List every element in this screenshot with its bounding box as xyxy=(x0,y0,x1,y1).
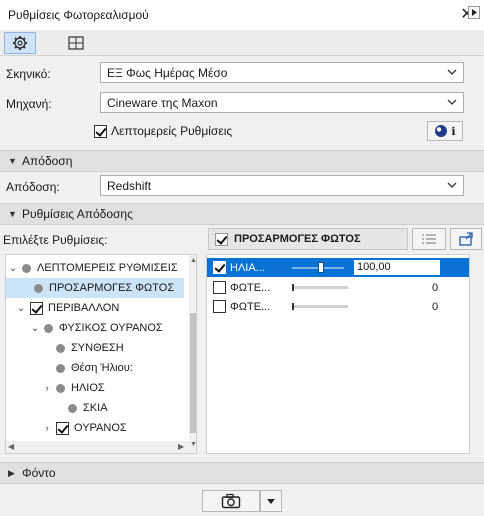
settings-tree[interactable]: ⌄ ΛΕΠΤΟΜΕΡΕΙΣ ΡΥΘΜΙΣΕΙΣ ΠΡΟΣΑΡΜΟΓΕΣ ΦΩΤΟ… xyxy=(5,254,197,454)
node-dot-icon xyxy=(56,343,65,353)
render-value: Redshift xyxy=(107,178,152,193)
node-dot-icon xyxy=(56,383,65,393)
render-label: Απόδοση: xyxy=(6,180,60,194)
chevron-down-icon xyxy=(447,99,457,105)
current-settings-checkbox[interactable] xyxy=(215,232,228,246)
node-dot-icon xyxy=(44,323,53,333)
chevron-right-icon[interactable]: › xyxy=(42,383,52,394)
chevron-right-icon[interactable]: › xyxy=(42,423,52,434)
tree-item[interactable]: ⌄ ΛΕΠΤΟΜΕΡΕΙΣ ΡΥΘΜΙΣΕΙΣ xyxy=(6,258,184,278)
render-select[interactable]: Redshift xyxy=(100,175,464,196)
chevron-down-icon[interactable]: ⌄ xyxy=(8,263,18,274)
tree-item[interactable]: › ΗΛΙΟΣ xyxy=(6,378,184,398)
param-checkbox[interactable] xyxy=(213,261,226,274)
engine-value: Cineware της Maxon xyxy=(107,95,218,110)
scroll-right-icon[interactable]: ▶ xyxy=(178,442,184,451)
triangle-down-icon xyxy=(267,499,275,504)
chevron-down-icon[interactable]: ⌄ xyxy=(30,323,40,334)
chevron-down-icon: ▼ xyxy=(8,209,17,219)
detailed-settings-toggle[interactable]: Λεπτομερείς Ρυθμίσεις xyxy=(94,124,232,138)
tree-item-selected[interactable]: ΠΡΟΣΑΡΜΟΓΕΣ ΦΩΤΟΣ xyxy=(6,278,184,298)
panel-arrow-button[interactable] xyxy=(468,6,480,19)
tree-item[interactable]: ΣΥΝΘΕΣΗ xyxy=(6,338,184,358)
section-render[interactable]: ▼ Απόδοση xyxy=(0,150,484,172)
scene-label: Σκηνικό: xyxy=(6,67,51,81)
section-render-settings-title: Ρυθμίσεις Απόδοσης xyxy=(22,207,133,221)
current-settings-title: ΠΡΟΣΑΡΜΟΓΕΣ ΦΩΤΟΣ xyxy=(234,233,361,245)
node-dot-icon xyxy=(56,363,65,373)
section-render-title: Απόδοση xyxy=(22,154,73,168)
param-slider[interactable] xyxy=(292,303,348,310)
param-slider[interactable] xyxy=(292,284,348,291)
tab-size[interactable] xyxy=(60,32,92,54)
param-checkbox[interactable] xyxy=(213,281,226,294)
camera-icon xyxy=(221,493,241,509)
scene-select[interactable]: ΕΞ Φως Ημέρας Μέσο xyxy=(100,62,464,83)
info-icon: ℹ xyxy=(451,125,456,138)
scroll-up-icon[interactable]: ▲ xyxy=(190,257,196,264)
chevron-right-icon: ▶ xyxy=(8,467,15,478)
light-params-table: ΗΛΙΑ... 100,00 ΦΩΤΕ... 0 ΦΩΤΕ... 0 xyxy=(206,254,470,454)
tab-settings[interactable] xyxy=(4,32,36,54)
param-row[interactable]: ΦΩΤΕ... 0 xyxy=(207,278,469,297)
gear-icon xyxy=(13,36,27,50)
scroll-left-icon[interactable]: ◀ xyxy=(8,442,14,451)
tree-item[interactable]: › ΟΥΡΑΝΟΣ xyxy=(6,418,184,438)
param-row[interactable]: ΦΩΤΕ... 0 xyxy=(207,297,469,316)
section-background-title: Φόντο xyxy=(22,466,56,480)
param-checkbox[interactable] xyxy=(213,300,226,313)
tree-checkbox[interactable] xyxy=(30,301,43,315)
tree-item[interactable]: ΣΚΙΑ xyxy=(6,398,184,418)
select-settings-label: Επιλέξτε Ρυθμίσεις: xyxy=(3,233,108,247)
slider-thumb[interactable] xyxy=(318,262,324,273)
export-icon xyxy=(459,232,473,246)
tree-horizontal-scrollbar[interactable]: ◀ ▶ xyxy=(6,441,189,453)
chevron-down-icon: ▼ xyxy=(8,156,17,166)
scene-value: ΕΞ Φως Ημέρας Μέσο xyxy=(107,65,228,80)
tree-vertical-scrollbar[interactable]: ▲ ▼ xyxy=(189,255,196,453)
node-dot-icon xyxy=(68,403,77,413)
detailed-settings-label: Λεπτομερείς Ρυθμίσεις xyxy=(111,124,233,138)
param-slider[interactable] xyxy=(292,258,344,277)
render-options-dropdown[interactable] xyxy=(260,490,282,512)
tree-item[interactable]: Θέση Ήλιου: xyxy=(6,358,184,378)
engine-label: Μηχανή: xyxy=(6,97,52,111)
window-title: Ρυθμίσεις Φωτορεαλισμού xyxy=(8,8,149,22)
chevron-down-icon xyxy=(447,69,457,75)
node-dot-icon xyxy=(22,263,31,273)
export-settings-button[interactable] xyxy=(450,228,482,250)
play-right-icon xyxy=(472,9,477,16)
scroll-down-icon[interactable]: ▼ xyxy=(190,441,196,448)
list-view-button[interactable] xyxy=(412,228,446,250)
current-settings-header: ΠΡΟΣΑΡΜΟΓΕΣ ΦΩΤΟΣ xyxy=(208,228,408,250)
chevron-down-icon[interactable]: ⌄ xyxy=(16,303,26,314)
cinema-logo-icon xyxy=(435,125,448,137)
section-render-settings[interactable]: ▼ Ρυθμίσεις Απόδοσης xyxy=(0,203,484,225)
param-value-input[interactable]: 100,00 xyxy=(354,260,440,275)
detailed-settings-checkbox[interactable] xyxy=(94,124,107,138)
node-dot-icon xyxy=(34,283,43,293)
list-icon xyxy=(422,234,436,244)
section-background[interactable]: ▶ Φόντο xyxy=(0,462,484,484)
chevron-down-icon xyxy=(447,182,457,188)
tree-checkbox[interactable] xyxy=(56,421,69,435)
param-row[interactable]: ΗΛΙΑ... 100,00 xyxy=(207,258,469,277)
tree-item[interactable]: ⌄ ΦΥΣΙΚΟΣ ΟΥΡΑΝΟΣ xyxy=(6,318,184,338)
cineware-info-button[interactable]: ℹ xyxy=(427,121,463,141)
render-photo-button[interactable] xyxy=(202,490,260,512)
tree-item[interactable]: ⌄ ΠΕΡΙΒΑΛΛΟΝ xyxy=(6,298,184,318)
scroll-thumb[interactable] xyxy=(190,313,196,433)
engine-select[interactable]: Cineware της Maxon xyxy=(100,92,464,113)
frame-size-icon xyxy=(68,36,84,50)
